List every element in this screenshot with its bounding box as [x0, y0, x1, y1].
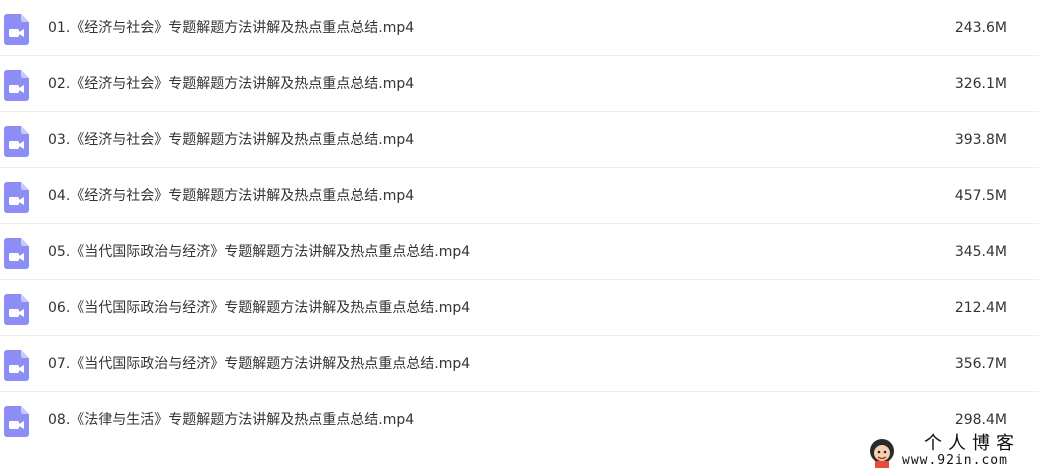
file-name[interactable]: 08.《法律与生活》专题解题方法讲解及热点重点总结.mp4: [48, 410, 414, 430]
file-size: 212.4M: [954, 300, 1007, 316]
video-file-icon: [4, 70, 29, 101]
avatar-icon: [868, 438, 896, 468]
video-file-icon: [4, 294, 29, 325]
file-size: 243.6M: [954, 20, 1007, 36]
file-name[interactable]: 07.《当代国际政治与经济》专题解题方法讲解及热点重点总结.mp4: [48, 354, 470, 374]
file-size: 298.4M: [954, 412, 1007, 428]
file-row[interactable]: 07.《当代国际政治与经济》专题解题方法讲解及热点重点总结.mp4 356.7M: [0, 336, 1039, 392]
watermark: 个人博客 www.92in.com: [868, 434, 1039, 472]
file-name[interactable]: 04.《经济与社会》专题解题方法讲解及热点重点总结.mp4: [48, 186, 414, 206]
video-file-icon: [4, 182, 29, 213]
file-row[interactable]: 03.《经济与社会》专题解题方法讲解及热点重点总结.mp4 393.8M: [0, 112, 1039, 168]
video-file-icon: [4, 238, 29, 269]
file-name[interactable]: 03.《经济与社会》专题解题方法讲解及热点重点总结.mp4: [48, 130, 414, 150]
file-name[interactable]: 06.《当代国际政治与经济》专题解题方法讲解及热点重点总结.mp4: [48, 298, 470, 318]
file-row[interactable]: 01.《经济与社会》专题解题方法讲解及热点重点总结.mp4 243.6M: [0, 0, 1039, 56]
file-row[interactable]: 06.《当代国际政治与经济》专题解题方法讲解及热点重点总结.mp4 212.4M: [0, 280, 1039, 336]
file-size: 345.4M: [954, 244, 1007, 260]
file-list: 01.《经济与社会》专题解题方法讲解及热点重点总结.mp4 243.6M 02.…: [0, 0, 1039, 448]
video-file-icon: [4, 126, 29, 157]
video-file-icon: [4, 14, 29, 45]
file-size: 326.1M: [954, 76, 1007, 92]
file-name[interactable]: 02.《经济与社会》专题解题方法讲解及热点重点总结.mp4: [48, 74, 414, 94]
file-row[interactable]: 02.《经济与社会》专题解题方法讲解及热点重点总结.mp4 326.1M: [0, 56, 1039, 112]
file-size: 393.8M: [954, 132, 1007, 148]
file-row[interactable]: 05.《当代国际政治与经济》专题解题方法讲解及热点重点总结.mp4 345.4M: [0, 224, 1039, 280]
watermark-url: www.92in.com: [902, 453, 1008, 468]
file-row[interactable]: 04.《经济与社会》专题解题方法讲解及热点重点总结.mp4 457.5M: [0, 168, 1039, 224]
watermark-title: 个人博客: [924, 433, 1020, 454]
file-size: 356.7M: [954, 356, 1007, 372]
video-file-icon: [4, 350, 29, 381]
file-name[interactable]: 01.《经济与社会》专题解题方法讲解及热点重点总结.mp4: [48, 18, 414, 38]
video-file-icon: [4, 406, 29, 437]
file-size: 457.5M: [954, 188, 1007, 204]
file-name[interactable]: 05.《当代国际政治与经济》专题解题方法讲解及热点重点总结.mp4: [48, 242, 470, 262]
